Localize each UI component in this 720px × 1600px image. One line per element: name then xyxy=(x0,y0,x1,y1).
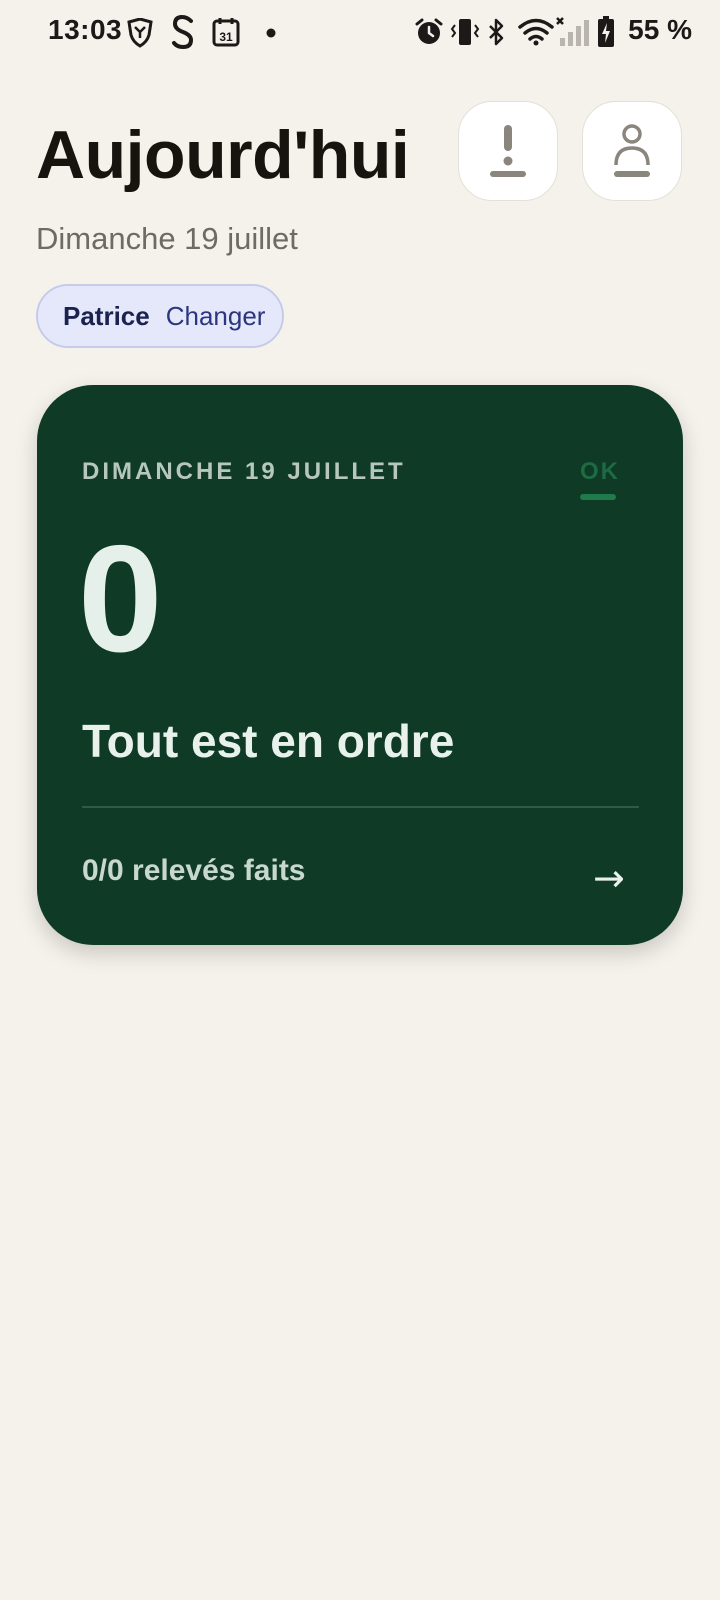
readings-progress: 0/0 relevés faits xyxy=(82,854,306,887)
battery-charging-icon xyxy=(598,16,614,47)
signal-icon xyxy=(556,17,589,46)
profile-icon xyxy=(614,124,650,177)
issue-count: 0 xyxy=(78,514,163,684)
card-divider xyxy=(82,806,639,808)
current-user-name: Patrice xyxy=(63,300,150,331)
alarm-icon xyxy=(415,18,443,44)
status-bar: 13:03 31 55 % xyxy=(0,0,720,64)
card-message: Tout est en ordre xyxy=(82,715,455,767)
battery-percent: 55 % xyxy=(628,14,692,45)
arrow-right-icon[interactable]: → xyxy=(593,856,625,900)
card-status-indicator xyxy=(580,494,616,500)
status-time: 13:03 xyxy=(48,14,123,45)
user-switch-pill[interactable]: Patrice Changer xyxy=(36,284,284,348)
profile-button[interactable] xyxy=(582,101,682,201)
notification-dot-icon xyxy=(266,28,276,38)
alert-icon xyxy=(490,125,526,177)
s-app-icon xyxy=(172,15,194,49)
page-title: Aujourd'hui xyxy=(36,117,410,193)
card-status-label: OK xyxy=(580,458,620,485)
vibrate-icon xyxy=(450,19,480,45)
calendar-day-label: 31 xyxy=(219,30,233,44)
card-date: DIMANCHE 19 JUILLET xyxy=(82,458,406,485)
brave-icon xyxy=(127,18,153,48)
daily-summary-card[interactable]: DIMANCHE 19 JUILLET OK 0 Tout est en ord… xyxy=(37,385,683,945)
page-date: Dimanche 19 juillet xyxy=(36,221,298,256)
calendar-31-icon: 31 xyxy=(212,18,240,47)
wifi-icon xyxy=(518,18,554,46)
alert-button[interactable] xyxy=(458,101,558,201)
change-user-link[interactable]: Changer xyxy=(166,301,266,332)
bluetooth-icon xyxy=(489,18,504,46)
